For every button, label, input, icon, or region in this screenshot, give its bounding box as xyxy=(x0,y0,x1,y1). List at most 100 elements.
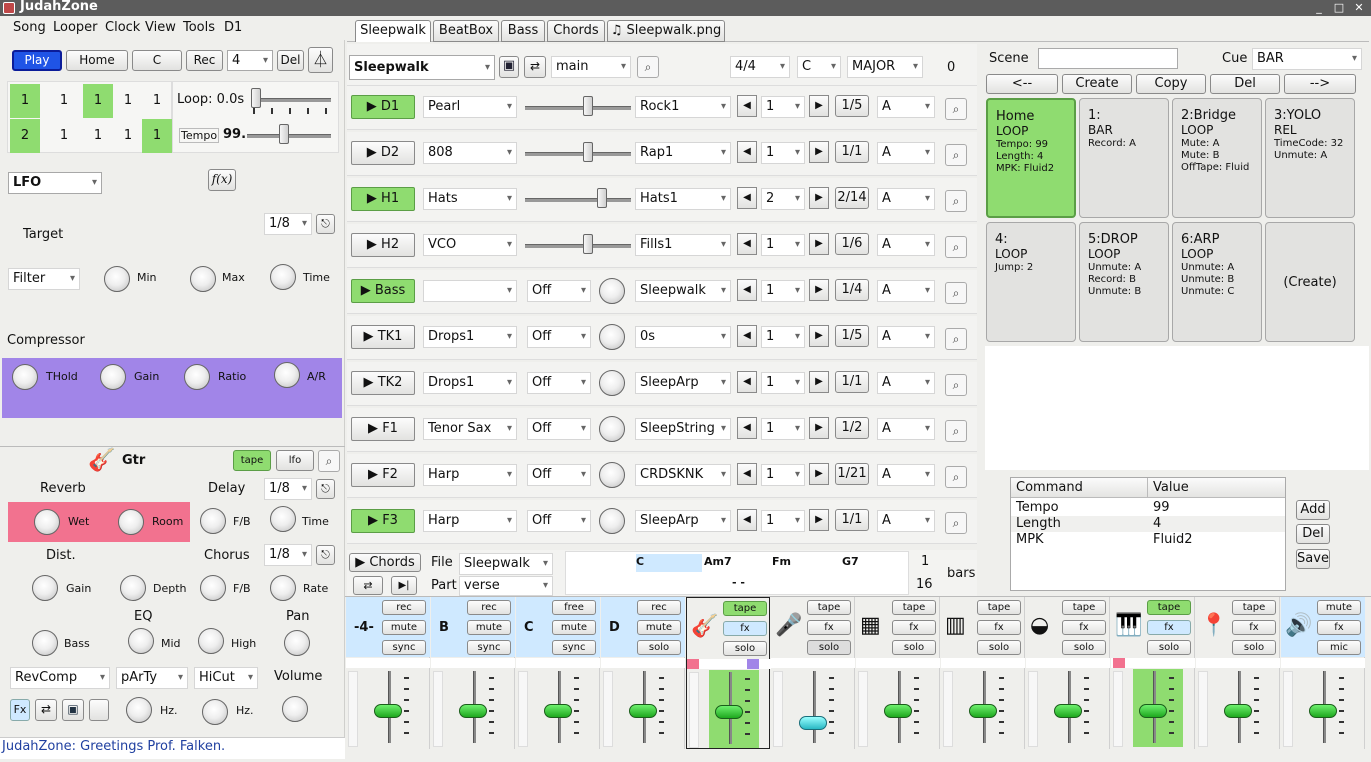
channel-search-icon[interactable]: ⌕ xyxy=(318,450,340,472)
close-icon[interactable]: ✕ xyxy=(1352,1,1366,15)
scene-card[interactable]: 4: LOOP Jump: 2 xyxy=(986,222,1076,342)
chord-part-select[interactable]: verse xyxy=(459,576,553,596)
looper-cell[interactable]: 1 xyxy=(49,84,79,118)
step-prev-icon[interactable]: ◀ xyxy=(737,233,757,255)
mixer-fader-knob[interactable] xyxy=(629,704,657,718)
track-pattern-select[interactable]: Rock1 xyxy=(635,96,731,118)
del-button[interactable]: Del xyxy=(277,50,304,71)
mixer-mute-button[interactable]: mute xyxy=(637,620,681,635)
table-row[interactable]: Length 4 xyxy=(1011,516,1285,532)
track-fraction[interactable]: 1/5 xyxy=(835,325,869,347)
meter-select[interactable]: 4/4 xyxy=(730,56,790,78)
table-row[interactable]: Tempo 99 xyxy=(1011,500,1285,516)
menu-view[interactable]: View xyxy=(145,20,176,35)
step-prev-icon[interactable]: ◀ xyxy=(737,463,757,485)
track-pattern-select[interactable]: Fills1 xyxy=(635,234,731,256)
step-prev-icon[interactable]: ◀ xyxy=(737,141,757,163)
mixer-rec-button[interactable]: rec xyxy=(382,600,426,615)
channel-lfo-button[interactable]: lfo xyxy=(276,450,314,471)
mixer-solo-button[interactable]: solo xyxy=(1062,640,1106,655)
track-volume-track[interactable] xyxy=(525,244,631,248)
track-play-button[interactable]: ▶ F1 xyxy=(351,417,415,441)
menu-d1[interactable]: D1 xyxy=(224,20,242,35)
delay-division-select[interactable]: 1/8 xyxy=(264,478,312,500)
step-next-icon[interactable]: ▶ xyxy=(809,95,829,117)
track-preset-select[interactable]: Pearl xyxy=(423,96,517,118)
track-knob[interactable] xyxy=(599,508,625,534)
track-volume-thumb[interactable] xyxy=(597,188,607,208)
track-volume-thumb[interactable] xyxy=(583,142,593,162)
mixer-fader-knob[interactable] xyxy=(884,704,912,718)
scene-card[interactable]: Home LOOP Tempo: 99 Length: 4 MPK: Fluid2 xyxy=(986,98,1076,218)
wet-knob[interactable] xyxy=(34,509,60,535)
column-header-value[interactable]: Value xyxy=(1153,480,1189,495)
track-off-select[interactable]: Off xyxy=(527,418,591,440)
delay-fb-knob[interactable] xyxy=(200,508,226,534)
step-prev-icon[interactable]: ◀ xyxy=(737,95,757,117)
mixer-fader-knob[interactable] xyxy=(459,704,487,718)
mixer-mute-button[interactable]: mute xyxy=(552,620,596,635)
track-preset-select[interactable]: Drops1 xyxy=(423,326,517,348)
step-prev-icon[interactable]: ◀ xyxy=(737,279,757,301)
tab-sleepwalk-png[interactable]: ♫ Sleepwalk.png xyxy=(607,20,725,42)
track-fraction[interactable]: 1/4 xyxy=(835,279,869,301)
prev-scene-button[interactable]: <-- xyxy=(986,74,1058,94)
save-icon[interactable]: ▣ xyxy=(62,699,84,721)
mixer-fader-knob[interactable] xyxy=(799,716,827,730)
mixer-fader-knob[interactable] xyxy=(544,704,572,718)
track-step-select[interactable]: 2 xyxy=(761,188,805,210)
track-pattern-select[interactable]: Sleepwalk xyxy=(635,280,731,302)
step-prev-icon[interactable]: ◀ xyxy=(737,417,757,439)
key-select[interactable]: C xyxy=(797,56,841,78)
save-song-icon[interactable]: ▣ xyxy=(499,56,519,78)
del-scene-button[interactable]: Del xyxy=(1210,74,1280,94)
track-play-button[interactable]: ▶ D2 xyxy=(351,141,415,165)
scene-card[interactable]: 2:Bridge LOOP Mute: A Mute: B OffTape: Fluid xyxy=(1172,98,1262,218)
track-knob[interactable] xyxy=(599,278,625,304)
track-preset-select[interactable]: Drops1 xyxy=(423,372,517,394)
step-prev-icon[interactable]: ◀ xyxy=(737,371,757,393)
track-knob[interactable] xyxy=(599,462,625,488)
track-fraction[interactable]: 1/2 xyxy=(835,417,869,439)
scene-name-input[interactable] xyxy=(1038,48,1178,69)
volume-knob[interactable] xyxy=(282,696,308,722)
looper-cell[interactable]: 1 xyxy=(83,119,113,153)
count-select[interactable]: 4 xyxy=(227,50,273,71)
swap-icon[interactable]: ⇄ xyxy=(35,699,57,721)
track-step-select[interactable]: 1 xyxy=(761,372,805,394)
tempo-slider-track[interactable] xyxy=(247,134,331,138)
looper-cell[interactable]: 1 xyxy=(142,84,172,118)
track-pattern-select[interactable]: Hats1 xyxy=(635,188,731,210)
track-letter-select[interactable]: A xyxy=(877,372,935,394)
track-fraction[interactable]: 1/1 xyxy=(835,141,869,163)
thold-knob[interactable] xyxy=(12,364,38,390)
track-volume-track[interactable] xyxy=(525,152,631,156)
track-preset-select[interactable]: 808 xyxy=(423,142,517,164)
ratio-knob[interactable] xyxy=(184,364,210,390)
section-select[interactable]: main xyxy=(551,56,631,78)
hicut-knob[interactable] xyxy=(202,699,228,725)
track-play-button[interactable]: ▶ D1 xyxy=(351,95,415,119)
track-step-select[interactable]: 1 xyxy=(761,464,805,486)
track-letter-select[interactable]: A xyxy=(877,418,935,440)
step-next-icon[interactable]: ▶ xyxy=(809,371,829,393)
column-header-command[interactable]: Command xyxy=(1016,480,1083,495)
time-knob[interactable] xyxy=(270,264,296,290)
next-scene-button[interactable]: --> xyxy=(1284,74,1356,94)
menu-clock[interactable]: Clock xyxy=(105,20,140,35)
mixer-solo-button[interactable]: solo xyxy=(637,640,681,655)
fx-function-button[interactable]: f(x) xyxy=(208,169,236,191)
mixer-mute-button[interactable]: mute xyxy=(382,620,426,635)
chorus-depth-knob[interactable] xyxy=(120,575,146,601)
reload-icon[interactable]: ⇄ xyxy=(524,56,546,78)
track-pattern-select[interactable]: SleepArp xyxy=(635,372,731,394)
track-search-icon[interactable]: ⌕ xyxy=(945,282,967,304)
tab-beatbox[interactable]: BeatBox xyxy=(433,20,499,42)
mixer-fader-knob[interactable] xyxy=(1054,704,1082,718)
track-off-select[interactable]: Off xyxy=(527,464,591,486)
step-next-icon[interactable]: ▶ xyxy=(809,233,829,255)
minimize-icon[interactable]: _ xyxy=(1312,1,1326,15)
song-search-icon[interactable]: ⌕ xyxy=(637,56,659,78)
track-off-select[interactable]: Off xyxy=(527,372,591,394)
step-next-icon[interactable]: ▶ xyxy=(809,141,829,163)
